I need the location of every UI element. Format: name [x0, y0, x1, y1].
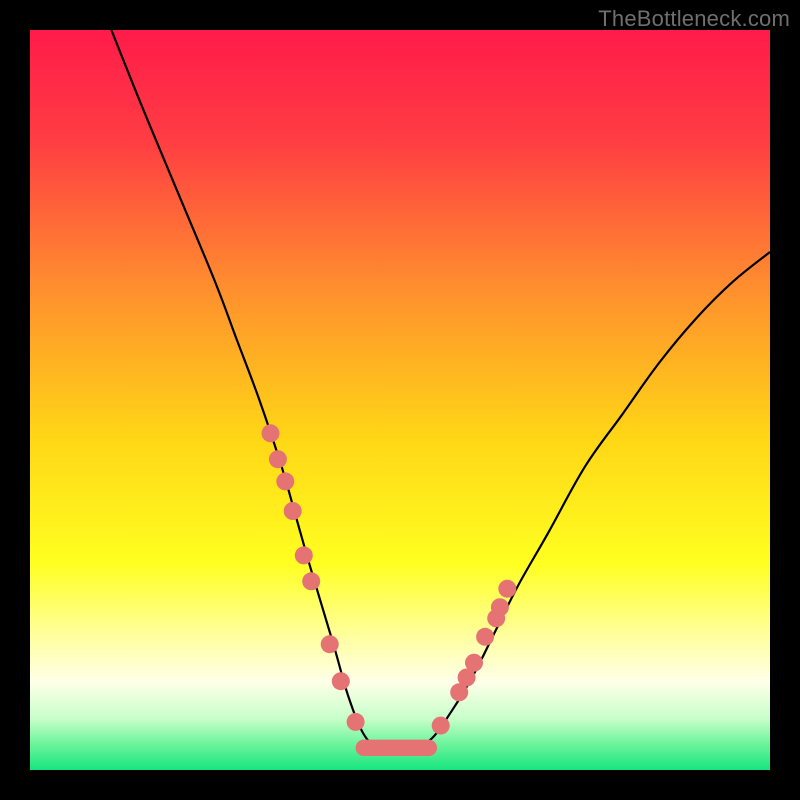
data-point	[432, 717, 450, 735]
data-point	[262, 424, 280, 442]
gradient-background	[30, 30, 770, 770]
data-point	[321, 635, 339, 653]
chart-svg	[30, 30, 770, 770]
data-point	[284, 502, 302, 520]
bottom-bar	[356, 740, 437, 756]
watermark-text: TheBottleneck.com	[598, 6, 790, 32]
data-point	[332, 672, 350, 690]
data-point	[269, 450, 287, 468]
data-point	[347, 713, 365, 731]
data-point	[476, 628, 494, 646]
data-point	[295, 546, 313, 564]
data-point	[465, 654, 483, 672]
data-point	[498, 580, 516, 598]
data-point	[491, 598, 509, 616]
chart-frame: TheBottleneck.com	[0, 0, 800, 800]
data-point	[302, 572, 320, 590]
data-point	[276, 472, 294, 490]
plot-area	[30, 30, 770, 770]
